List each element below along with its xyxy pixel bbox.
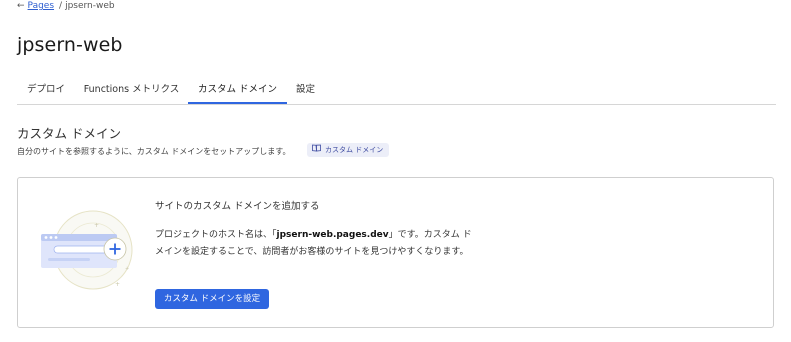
card-heading: サイトのカスタム ドメインを追加する	[155, 201, 320, 212]
docs-link-label: カスタム ドメイン	[325, 146, 384, 154]
book-icon	[312, 143, 321, 157]
tab-bar: デプロイ Functions メトリクス カスタム ドメイン 設定	[17, 76, 776, 105]
section-title: カスタム ドメイン	[17, 126, 121, 141]
tab-deploy[interactable]: デプロイ	[17, 76, 75, 103]
tab-functions-metrics[interactable]: Functions メトリクス	[75, 76, 188, 103]
section-description: 自分のサイトを参照するように、カスタム ドメインをセットアップします。	[17, 147, 291, 156]
set-up-custom-domain-button[interactable]: カスタム ドメインを設定	[155, 289, 269, 309]
tab-settings[interactable]: 設定	[287, 76, 324, 103]
page-title: jpsern-web	[17, 34, 123, 56]
breadcrumb-separator: /	[59, 1, 63, 11]
page-root: ← Pages / jpsern-web jpsern-web デプロイ Functi…	[0, 0, 791, 342]
add-domain-card: + + + サイトのカスタム ドメインを追加する プロジェクトのホスト名は、「j…	[17, 177, 774, 328]
svg-text:+: +	[125, 266, 129, 272]
add-domain-illustration-icon: + + +	[38, 206, 158, 296]
breadcrumb-current: jpsern-web	[65, 1, 115, 11]
svg-text:+: +	[94, 222, 99, 229]
tab-custom-domains[interactable]: カスタム ドメイン	[188, 76, 287, 104]
arrow-left-icon[interactable]: ←	[17, 1, 25, 11]
card-description: プロジェクトのホスト名は、「jpsern-web.pages.dev」です。カス…	[155, 227, 475, 261]
card-body-text-before: プロジェクトのホスト名は、「	[155, 230, 277, 240]
breadcrumb-link-pages[interactable]: Pages	[28, 1, 54, 11]
project-hostname: jpsern-web.pages.dev	[276, 230, 389, 240]
svg-text:+: +	[115, 281, 120, 288]
breadcrumb: ← Pages / jpsern-web	[17, 1, 115, 11]
docs-link-badge[interactable]: カスタム ドメイン	[307, 143, 390, 157]
